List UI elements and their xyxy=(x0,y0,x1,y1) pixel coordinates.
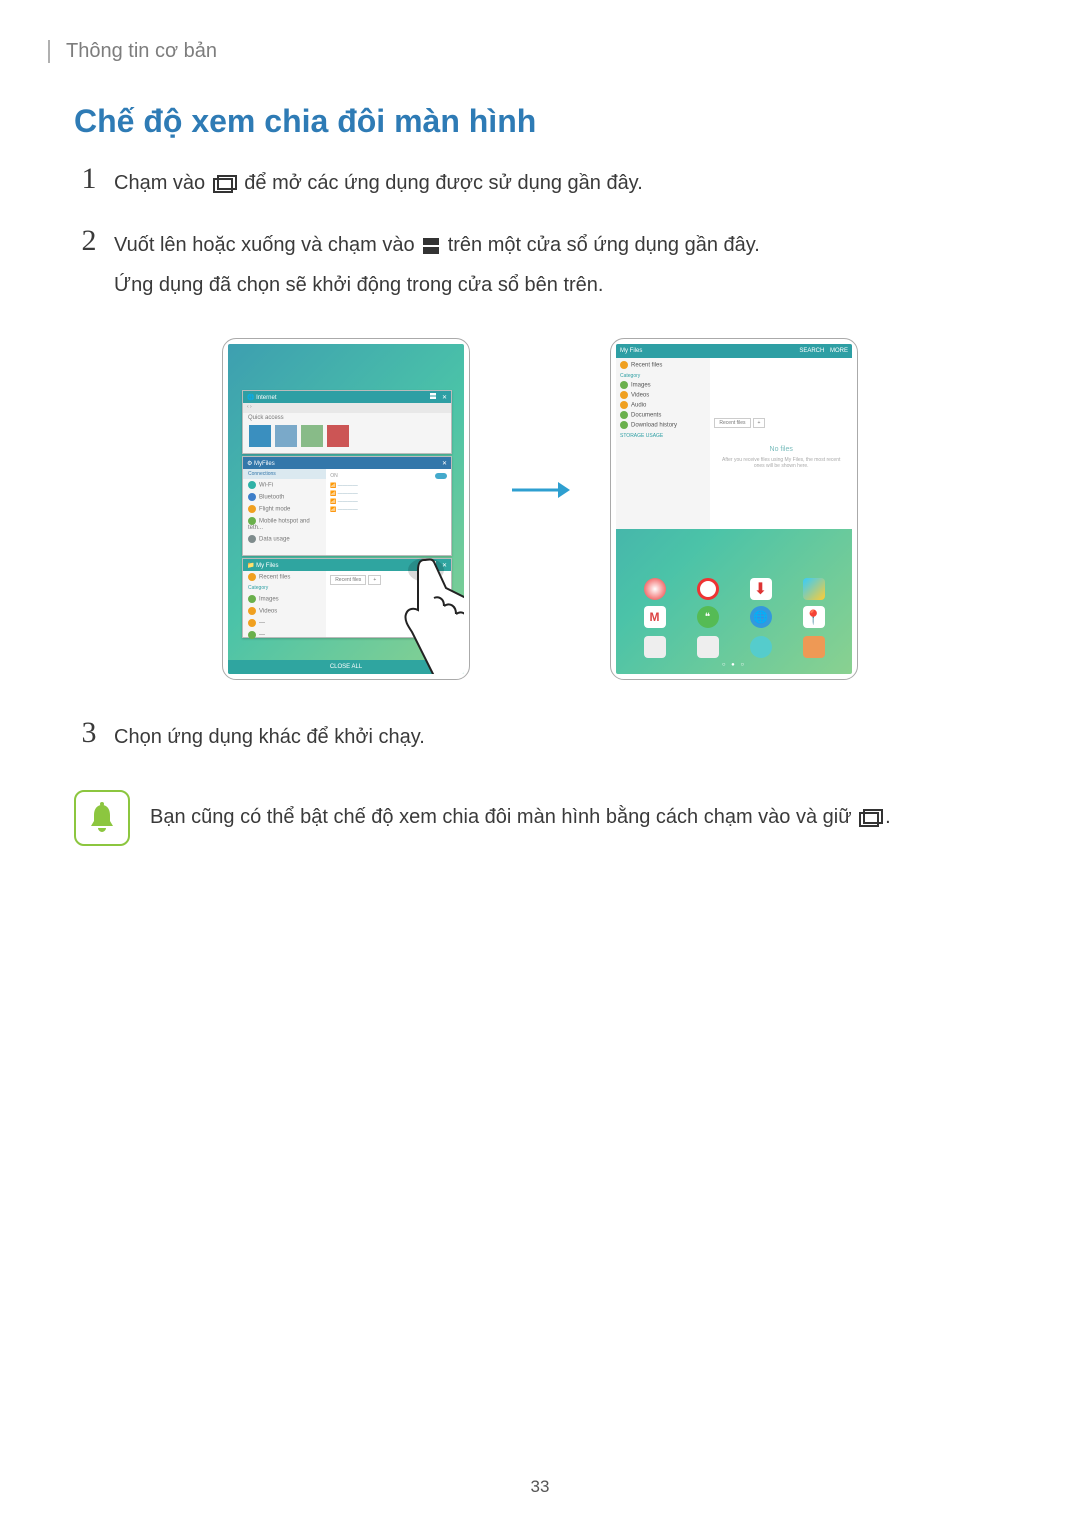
list-item: Data usage xyxy=(243,533,326,545)
arrow-right-icon xyxy=(510,478,570,507)
sidebar-item: Download history xyxy=(620,420,706,430)
sidebar-item: Images xyxy=(620,380,706,390)
gmail-icon[interactable]: M xyxy=(644,606,666,628)
step-body: Chọn ứng dụng khác để khởi chạy. xyxy=(114,720,1006,760)
tab-bar: Recent files + xyxy=(714,418,765,428)
dock-icon[interactable] xyxy=(644,636,666,658)
card-header: ⚙ MyFiles ✕ xyxy=(243,457,451,469)
close-icon[interactable]: ✕ xyxy=(442,395,447,401)
content-pane: Recent files + No files After you receiv… xyxy=(710,358,852,529)
empty-title: No files xyxy=(770,446,793,453)
left-tablet: 🌐 Internet ✕ ‹ › Quick access xyxy=(222,338,470,680)
step-2: 2 Vuốt lên hoặc xuống và chạm vào trên m… xyxy=(74,228,1006,308)
note-post: . xyxy=(885,806,891,828)
list-item: Images xyxy=(243,593,326,605)
card-actions: ✕ xyxy=(430,393,447,401)
step2-line1-pre: Vuốt lên hoặc xuống và chạm vào xyxy=(114,234,420,256)
list-item: — xyxy=(243,617,326,629)
card-title: MyFiles xyxy=(254,461,275,467)
hand-pointer-icon xyxy=(386,540,464,674)
more-action[interactable]: MORE xyxy=(830,348,848,354)
step1-pre: Chạm vào xyxy=(114,172,211,194)
app-row-1: ⬇ xyxy=(628,578,840,600)
step-3: 3 Chọn ứng dụng khác để khởi chạy. xyxy=(74,720,1006,760)
chrome-icon[interactable] xyxy=(644,578,666,600)
dock-icon[interactable] xyxy=(803,636,825,658)
app-icon[interactable]: ⬇ xyxy=(750,578,772,600)
sidebar: Recent files Category Images Videos Audi… xyxy=(616,358,710,529)
breadcrumb-area: Thông tin cơ bản xyxy=(48,40,1006,63)
recent-apps-icon xyxy=(213,175,237,193)
bottom-pane: ⬇ M ❝ 🌐 📍 ○ ● ○ xyxy=(616,529,852,674)
category-label: Category xyxy=(243,583,326,593)
dock xyxy=(628,636,840,658)
hangouts-icon[interactable]: ❝ xyxy=(697,606,719,628)
header-title: My Files xyxy=(620,348,642,354)
list-item: Bluetooth xyxy=(243,491,326,503)
step3-text: Chọn ứng dụng khác để khởi chạy. xyxy=(114,720,1006,754)
step2-line2: Ứng dụng đã chọn sẽ khởi động trong cửa … xyxy=(114,268,1006,302)
page: Thông tin cơ bản Chế độ xem chia đôi màn… xyxy=(0,0,1080,1527)
split-screen-icon[interactable] xyxy=(430,393,436,399)
figure-area: 🌐 Internet ✕ ‹ › Quick access xyxy=(74,338,1006,680)
recent-apps-icon xyxy=(859,809,883,827)
sidebar-category: Category xyxy=(620,373,706,379)
left-tablet-screen: 🌐 Internet ✕ ‹ › Quick access xyxy=(228,344,464,674)
bell-icon xyxy=(74,790,130,846)
card-header: 🌐 Internet ✕ xyxy=(243,391,451,403)
right-tablet-screen: My Files SEARCH MORE Recent files Catego… xyxy=(616,344,852,674)
step-number: 2 xyxy=(74,226,104,256)
page-number: 33 xyxy=(0,1477,1080,1497)
card-title: My Files xyxy=(256,563,278,569)
note-text: Bạn cũng có thể bật chế độ xem chia đôi … xyxy=(150,790,891,834)
search-action[interactable]: SEARCH xyxy=(799,348,824,354)
page-indicator: ○ ● ○ xyxy=(628,662,840,668)
maps-icon[interactable]: 📍 xyxy=(803,606,825,628)
list-item: Wi-Fi xyxy=(243,479,326,491)
step-number: 1 xyxy=(74,164,104,194)
app-icon[interactable] xyxy=(697,578,719,600)
list-item: Videos xyxy=(243,605,326,617)
split-screen-icon xyxy=(422,237,440,255)
section-title: Chế độ xem chia đôi màn hình xyxy=(74,103,1006,140)
list-item: Recent files xyxy=(243,571,326,583)
step1-post: để mở các ứng dụng được sử dụng gần đây. xyxy=(244,172,642,194)
header-actions: SEARCH MORE xyxy=(799,348,848,354)
step-body: Chạm vào để mở các ứng dụng được sử dụng… xyxy=(114,166,1006,206)
step-1: 1 Chạm vào để mở các ứng dụng được sử dụ… xyxy=(74,166,1006,206)
recent-app-card-internet: 🌐 Internet ✕ ‹ › Quick access xyxy=(242,390,452,454)
list-item: — xyxy=(243,629,326,641)
app-icon[interactable] xyxy=(803,578,825,600)
dock-icon[interactable] xyxy=(750,636,772,658)
step-body: Vuốt lên hoặc xuống và chạm vào trên một… xyxy=(114,228,1006,308)
tab[interactable]: Recent files xyxy=(714,418,750,428)
sidebar-category: STORAGE USAGE xyxy=(620,433,706,439)
top-pane: My Files SEARCH MORE Recent files Catego… xyxy=(616,344,852,529)
quick-access-label: Quick access xyxy=(243,413,451,423)
sidebar-heading: Connections xyxy=(243,469,326,479)
browser-icon[interactable]: 🌐 xyxy=(750,606,772,628)
breadcrumb: Thông tin cơ bản xyxy=(66,40,217,62)
dock-icon[interactable] xyxy=(697,636,719,658)
list-item: Flight mode xyxy=(243,503,326,515)
step-number: 3 xyxy=(74,718,104,748)
close-icon[interactable]: ✕ xyxy=(442,460,447,467)
sidebar-item: Recent files xyxy=(620,360,706,370)
note-box: Bạn cũng có thể bật chế độ xem chia đôi … xyxy=(74,790,1006,846)
thumbnails xyxy=(243,423,451,451)
list-item: Mobile hotspot and teth... xyxy=(243,515,326,533)
step2-line1-post: trên một cửa sổ ứng dụng gần đây. xyxy=(448,234,760,256)
sidebar-item: Documents xyxy=(620,410,706,420)
empty-subtitle: After you receive files using My Files, … xyxy=(714,457,848,469)
note-pre: Bạn cũng có thể bật chế độ xem chia đôi … xyxy=(150,806,857,828)
card-title: Internet xyxy=(256,395,276,401)
right-tablet: My Files SEARCH MORE Recent files Catego… xyxy=(610,338,858,680)
address-bar: ‹ › xyxy=(243,403,451,413)
sidebar-item: Videos xyxy=(620,390,706,400)
top-pane-header: My Files SEARCH MORE xyxy=(616,344,852,358)
app-row-2: M ❝ 🌐 📍 xyxy=(628,606,840,628)
add-tab[interactable]: + xyxy=(753,418,766,428)
sidebar-item: Audio xyxy=(620,400,706,410)
